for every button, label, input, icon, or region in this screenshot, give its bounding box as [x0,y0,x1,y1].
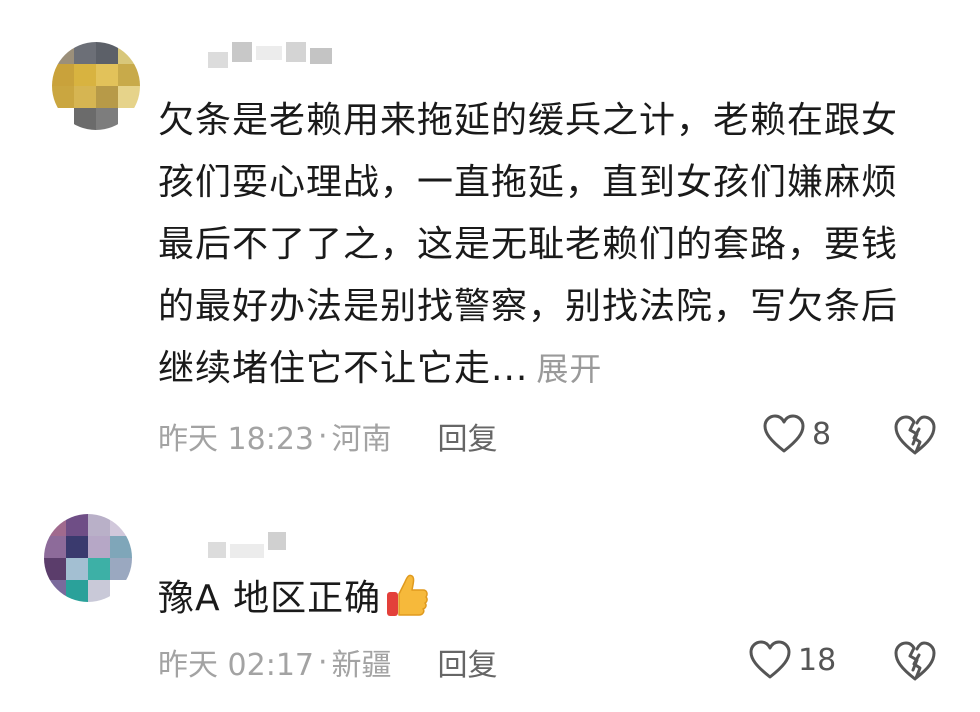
like-button[interactable]: 8 [762,414,831,454]
comment-text-truncated: 继续堵住它不让它走... [158,348,529,389]
like-button[interactable]: 18 [748,640,836,680]
expand-button[interactable]: 展开 [536,350,602,388]
comment-meta: 昨天 02:17 · 新疆 回复 [158,640,498,684]
reply-button[interactable]: 回复 [438,414,498,458]
comment-text-line: 继续堵住它不让它走... 展开 [158,338,948,400]
reply-button[interactable]: 回复 [438,640,498,684]
broken-heart-icon [894,415,936,455]
comment-text-line: 孩们耍心理战，一直拖延，直到女孩们嫌麻烦 [158,162,899,203]
like-count: 18 [798,642,837,678]
username-pixelated[interactable] [208,532,286,568]
heart-outline-icon [763,414,805,453]
comment-text: 豫A 地区正确 [158,568,948,630]
dislike-button[interactable] [893,640,937,684]
avatar[interactable] [52,42,140,130]
comment-text-line: 欠条是老赖用来拖延的缓兵之计，老赖在跟女 [158,100,899,141]
comment-text-line: 豫A 地区正确 [158,578,382,619]
thumbs-up-emoji-icon [387,574,428,616]
meta-separator: · [318,418,328,454]
comment-location: 河南 [331,422,392,457]
comment-location: 新疆 [331,648,392,683]
comment-meta: 昨天 18:23 · 河南 回复 [158,414,498,458]
heart-outline-icon [749,640,791,679]
meta-separator: · [318,644,328,680]
like-count: 8 [812,416,832,452]
comment-text: 欠条是老赖用来拖延的缓兵之计，老赖在跟女 孩们耍心理战，一直拖延，直到女孩们嫌麻… [158,90,948,400]
broken-heart-icon [894,641,936,681]
comment-text-line: 最后不了了之，这是无耻老赖们的套路，要钱 [158,224,899,265]
comment-text-line: 的最好办法是别找警察，别找法院，写欠条后 [158,286,899,327]
comment-time: 昨天 02:17 [158,648,314,683]
comment-time: 昨天 18:23 [158,422,314,457]
avatar[interactable] [44,514,132,602]
username-pixelated[interactable] [208,42,332,78]
dislike-button[interactable] [893,414,937,458]
